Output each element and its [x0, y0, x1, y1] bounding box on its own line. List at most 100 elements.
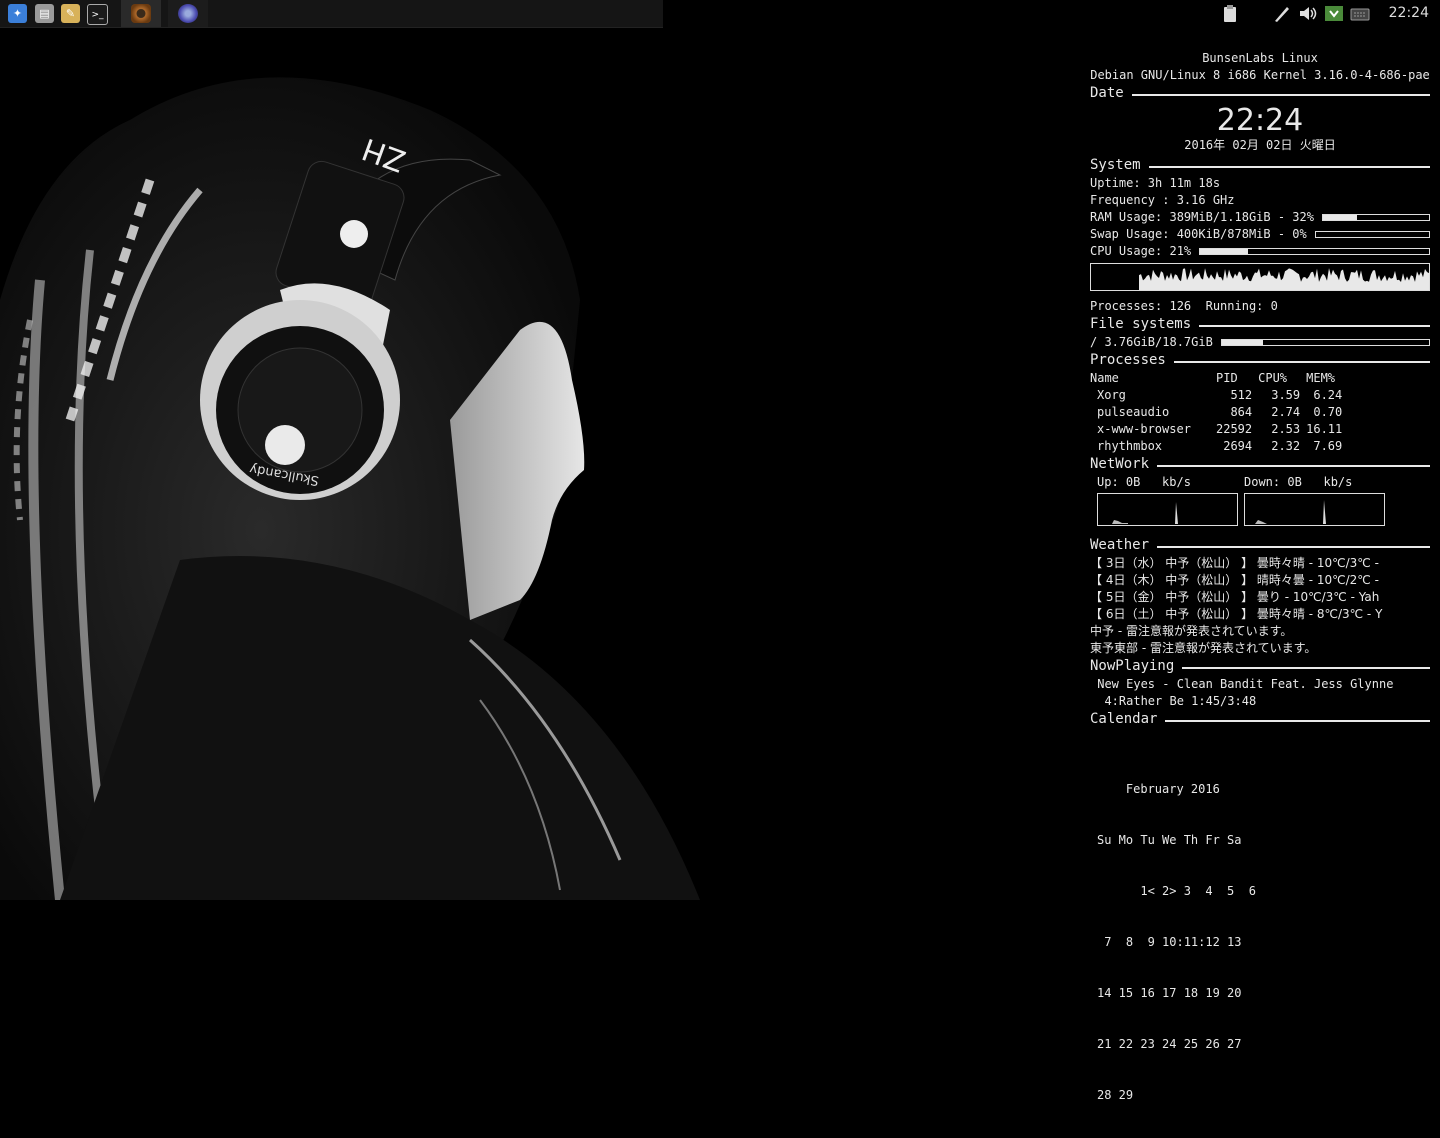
clipboard-icon[interactable] [1220, 4, 1240, 23]
download-speed: Down: 0B kb/s [1244, 475, 1353, 489]
weather-warning: 中予 - 雷注意報が発表されています。 [1090, 624, 1293, 638]
launcher-text-editor[interactable]: ✎ [61, 4, 80, 23]
table-row: rhythmbox 2694 2.32 7.69 [1090, 438, 1342, 455]
calendar-week: 7 8 9 10:11:12 13 [1097, 935, 1242, 949]
rhythmbox-icon [131, 4, 151, 23]
section-nowplaying: NowPlaying [1090, 657, 1430, 676]
desktop-wallpaper: ZH Skullcandy [0, 0, 720, 900]
system-tray: 22:24 [1200, 0, 1440, 27]
table-row: pulseaudio 864 2.74 0.70 [1090, 404, 1342, 421]
section-calendar: Calendar [1090, 710, 1430, 729]
ram-usage: RAM Usage: 389MiB/1.18GiB - 32% [1090, 209, 1430, 226]
calendar-weekdays: Su Mo Tu We Th Fr Sa [1097, 833, 1242, 847]
task-browser[interactable] [168, 0, 208, 27]
file-manager-icon: ▤ [39, 7, 50, 20]
compass-icon: ✦ [12, 7, 23, 20]
swap-usage-text: Swap Usage: 400KiB/878MiB - 0% [1090, 227, 1307, 241]
conky-monitor: BunsenLabs Linux Debian GNU/Linux 8 i686… [1090, 50, 1430, 1138]
root-filesystem: / 3.76GiB/18.7GiB [1090, 334, 1430, 351]
section-date: Date [1090, 84, 1430, 103]
launcher-terminal[interactable]: >_ [87, 4, 108, 25]
proc-pid: 512 [1230, 388, 1253, 402]
proc-pid: 22592 [1216, 422, 1253, 436]
section-title: Calendar [1090, 711, 1158, 727]
table-row: Xorg 512 3.59 6.24 [1090, 387, 1342, 404]
section-weather: Weather [1090, 536, 1430, 555]
cpu-graph [1090, 263, 1430, 291]
proc-cpu: 3.59 [1271, 388, 1301, 402]
proc-cpu: 2.53 [1271, 422, 1301, 436]
section-title: System [1090, 157, 1141, 173]
section-system: System [1090, 156, 1430, 175]
now-playing-artist: New Eyes - Clean Bandit Feat. Jess Glynn… [1090, 677, 1394, 691]
proc-mem: 6.24 [1313, 388, 1343, 402]
network-icon[interactable] [1324, 4, 1344, 23]
calendar: February 2016 Su Mo Tu We Th Fr Sa 1< 2>… [1090, 747, 1430, 1138]
big-clock: 22:24 [1216, 103, 1304, 138]
swap-bar [1314, 231, 1430, 238]
section-title: File systems [1090, 316, 1192, 332]
proc-mem: 0.70 [1313, 405, 1343, 419]
kernel-info: Debian GNU/Linux 8 i686 Kernel 3.16.0-4-… [1090, 68, 1430, 82]
cpu-bar [1199, 248, 1430, 255]
proc-mem: 16.11 [1306, 422, 1343, 436]
uptime: Uptime: 3h 11m 18s [1090, 176, 1221, 190]
weather-line: 【 6日（土） 中予（松山） 】 曇時々晴 - 8℃/3℃ - Y [1090, 607, 1383, 621]
proc-cpu: 2.74 [1271, 405, 1301, 419]
section-title: NetWork [1090, 456, 1150, 472]
ram-usage-text: RAM Usage: 389MiB/1.18GiB - 32% [1090, 210, 1314, 224]
proc-name: Xorg [1097, 388, 1126, 402]
calendar-week: 28 29 [1097, 1088, 1134, 1102]
proc-name: pulseaudio [1097, 405, 1170, 419]
weather-line: 【 5日（金） 中予（松山） 】 曇り - 10℃/3℃ - Yah [1090, 590, 1380, 604]
section-title: Weather [1090, 537, 1150, 553]
launcher-compass[interactable]: ✦ [8, 4, 27, 23]
section-processes: Processes [1090, 351, 1430, 370]
calendar-week: 14 15 16 17 18 19 20 [1097, 986, 1242, 1000]
weather-line: 【 3日（水） 中予（松山） 】 曇時々晴 - 10℃/3℃ - [1090, 556, 1379, 570]
proc-pid: 864 [1230, 405, 1253, 419]
now-playing-track: 4:Rather Be 1:45/3:48 [1090, 694, 1257, 708]
section-title: NowPlaying [1090, 658, 1175, 674]
weather-warning: 東予東部 - 雷注意報が発表されています。 [1090, 641, 1317, 655]
upload-speed: Up: 0B kb/s [1097, 475, 1191, 489]
browser-icon [178, 4, 198, 23]
table-header: Name PID CPU% MEM% [1090, 370, 1342, 387]
weather-line: 【 4日（木） 中予（松山） 】 晴時々曇 - 10℃/2℃ - [1090, 573, 1379, 587]
cpu-usage: CPU Usage: 21% [1090, 243, 1430, 260]
download-graph [1244, 493, 1385, 526]
section-filesystems: File systems [1090, 315, 1430, 334]
cpu-usage-text: CPU Usage: 21% [1090, 244, 1192, 258]
volume-icon[interactable] [1298, 4, 1318, 23]
col-mem: MEM% [1306, 371, 1336, 385]
distro-name: BunsenLabs Linux [1202, 51, 1318, 65]
section-network: NetWork [1090, 455, 1430, 474]
terminal-icon: >_ [91, 9, 104, 20]
proc-name: x-www-browser [1097, 422, 1191, 436]
network-speeds: Up: 0B kb/s Down: 0B kb/s [1090, 474, 1430, 491]
proc-cpu: 2.32 [1271, 439, 1301, 453]
pen-icon[interactable] [1272, 4, 1292, 23]
panel-clock[interactable]: 22:24 [1389, 5, 1429, 21]
process-table: Name PID CPU% MEM% Xorg 512 3.59 6.24 pu… [1090, 370, 1342, 455]
proc-pid: 2694 [1223, 439, 1253, 453]
col-name: Name [1090, 371, 1119, 385]
date-text: 2016年 02月 02日 火曜日 [1184, 138, 1336, 152]
section-title: Date [1090, 85, 1124, 101]
proc-name: rhythmbox [1097, 439, 1163, 453]
proc-mem: 7.69 [1313, 439, 1343, 453]
root-filesystem-text: / 3.76GiB/18.7GiB [1090, 335, 1213, 349]
calendar-week: 1< 2> 3 4 5 6 [1097, 884, 1256, 898]
col-pid: PID [1216, 371, 1238, 385]
keyboard-icon[interactable] [1350, 4, 1370, 23]
top-panel: ✦ ▤ ✎ >_ [0, 0, 663, 28]
ram-bar [1321, 214, 1430, 221]
task-rhythmbox[interactable] [121, 0, 161, 27]
calendar-week: 21 22 23 24 25 26 27 [1097, 1037, 1242, 1051]
root-filesystem-bar [1220, 339, 1430, 346]
process-count: Processes: 126 Running: 0 [1090, 299, 1278, 313]
section-title: Processes [1090, 352, 1166, 368]
calendar-month: February 2016 [1097, 782, 1220, 796]
text-editor-icon: ✎ [65, 7, 76, 20]
launcher-file-manager[interactable]: ▤ [35, 4, 54, 23]
